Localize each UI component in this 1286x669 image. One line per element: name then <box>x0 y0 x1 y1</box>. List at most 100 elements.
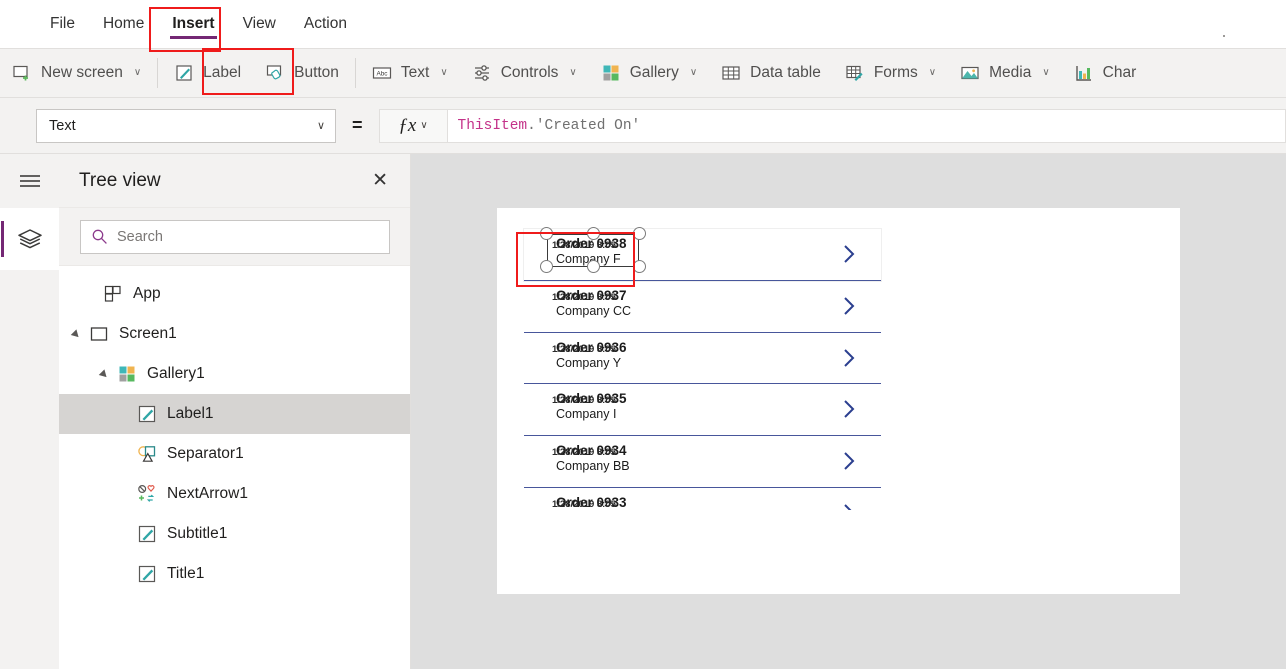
gallery-row-title: Order 0935 1/28/2019 8:05 <box>552 392 627 407</box>
gallery-row[interactable]: Order 0934 1/28/2019 8:05 Company BB <box>524 436 881 488</box>
ribbon-forms-button[interactable]: Forms ∨ <box>833 49 948 97</box>
rail-item-tree-view[interactable] <box>0 208 59 270</box>
tree-item-label1[interactable]: Label1 <box>59 394 410 434</box>
next-arrow-icon[interactable] <box>842 502 857 510</box>
chevron-down-icon: ∨ <box>1042 67 1050 78</box>
tree-item-gallery1[interactable]: Gallery1 <box>59 354 410 394</box>
close-icon[interactable]: ✕ <box>366 167 394 194</box>
next-arrow-icon[interactable] <box>842 295 857 317</box>
tree-search-container: Search <box>59 208 410 266</box>
button-icon <box>267 65 282 80</box>
tree-item-separator1[interactable]: Separator1 <box>59 434 410 474</box>
chevron-right-icon <box>844 504 852 510</box>
tree-item-label: Subtitle1 <box>167 525 228 542</box>
forms-icon <box>846 65 863 81</box>
gallery-row-date: 1/28/2019 8:05 <box>552 447 616 459</box>
next-arrow-icon[interactable] <box>842 398 857 420</box>
gallery-row[interactable]: Order 0937 1/28/2019 8:05 Company CC <box>524 281 881 333</box>
gallery-control[interactable]: Order 0938 1/28/2019 8:05 Company F Orde… <box>523 227 882 510</box>
menu-item-view[interactable]: View <box>229 0 290 48</box>
gallery-row-date: 1/28/2019 8:05 <box>552 343 616 355</box>
tree-item-label: NextArrow1 <box>167 485 248 502</box>
resize-handle-top-left[interactable] <box>540 227 553 240</box>
fx-icon: ƒx <box>398 114 417 136</box>
ribbon-new-screen-button[interactable]: New screen ∨ <box>0 49 153 97</box>
gallery-row-text: Order 0933 1/28/2019 8:05 <box>552 496 627 510</box>
formula-bar: Text ∨ = ƒx ∨ ThisItem .'Created On' <box>0 98 1286 154</box>
ribbon-controls-button[interactable]: Controls ∨ <box>460 49 589 97</box>
search-input[interactable]: Search <box>80 219 390 254</box>
gallery-row-subtitle: Company BB <box>556 459 630 474</box>
ribbon-label: Label <box>203 64 242 81</box>
charts-icon <box>1075 66 1091 81</box>
ribbon-button-button[interactable]: Button <box>253 49 351 97</box>
chevron-down-icon: ∨ <box>133 67 142 78</box>
next-arrow-icon[interactable] <box>842 347 857 369</box>
expand-arrow-icon[interactable] <box>71 328 83 340</box>
gallery-row[interactable]: Order 0936 1/28/2019 8:05 Company Y <box>524 333 881 385</box>
chevron-down-icon: ∨ <box>420 120 428 131</box>
ribbon-text-button[interactable]: Abc Text ∨ <box>360 49 460 97</box>
menu-item-label: File <box>50 15 75 32</box>
gallery-row-date: 1/28/2019 8:05 <box>552 240 616 251</box>
search-icon <box>92 229 107 244</box>
gallery-row-title: Order 0936 1/28/2019 8:05 <box>552 340 627 356</box>
next-arrow-icons-icon <box>138 484 155 502</box>
resize-handle-top-right[interactable] <box>633 227 646 240</box>
gallery-row[interactable]: Order 0938 1/28/2019 8:05 Company F <box>523 227 882 282</box>
menu-item-label: Home <box>102 15 145 32</box>
canvas-area[interactable]: Order 0938 1/28/2019 8:05 Company F Orde… <box>411 154 1286 669</box>
app-icon <box>104 285 121 302</box>
expand-arrow-icon[interactable] <box>99 368 111 380</box>
gallery-row-text: Order 0934 1/28/2019 8:05 Company BB <box>552 444 630 474</box>
menu-item-action[interactable]: Action <box>290 0 361 48</box>
menu-item-label: Insert <box>172 15 215 32</box>
chevron-right-icon <box>844 452 855 470</box>
menu-item-label: View <box>242 15 276 32</box>
gallery-row-date: 1/28/2019 8:05 <box>552 395 616 407</box>
ribbon-gallery-button[interactable]: Gallery ∨ <box>589 49 709 97</box>
formula-input[interactable]: ThisItem .'Created On' <box>446 108 1286 143</box>
chevron-down-icon: ∨ <box>316 120 325 132</box>
powerapps-studio-window: File Home Insert View Action New screen … <box>0 0 1286 669</box>
active-tab-underline <box>170 36 217 39</box>
menu-item-file[interactable]: File <box>36 0 89 48</box>
layers-icon <box>17 229 42 249</box>
tree-item-subtitle1[interactable]: Subtitle1 <box>59 514 410 554</box>
tree-item-nextarrow1[interactable]: NextArrow1 <box>59 474 410 514</box>
resize-handle-bottom-right[interactable] <box>633 260 646 273</box>
tree-item-label: Label1 <box>167 405 214 422</box>
tree-item-app[interactable]: App <box>59 274 410 314</box>
equals-sign: = <box>352 115 363 135</box>
chevron-right-icon <box>844 400 855 419</box>
next-arrow-icon[interactable] <box>842 450 857 472</box>
resize-handle-bottom-left[interactable] <box>540 260 553 273</box>
gallery-row[interactable]: Order 0933 1/28/2019 8:05 <box>524 488 881 510</box>
tree-item-title1[interactable]: Title1 <box>59 554 410 594</box>
svg-text:Abc: Abc <box>376 71 388 78</box>
chevron-down-icon: ∨ <box>689 67 698 78</box>
chevron-right-icon <box>844 348 855 367</box>
gallery-row-subtitle: Company I <box>556 407 617 422</box>
next-arrow-icon[interactable] <box>842 243 857 265</box>
fx-button[interactable]: ƒx ∨ <box>378 108 447 143</box>
hamburger-menu-button[interactable] <box>0 154 59 208</box>
rail-active-indicator <box>1 221 4 257</box>
ribbon-media-button[interactable]: Media ∨ <box>948 49 1062 97</box>
screen-icon <box>90 327 108 341</box>
ribbon-label-button[interactable]: Label <box>162 49 253 97</box>
top-right-dot <box>1223 35 1225 37</box>
ribbon-charts-button[interactable]: Char <box>1062 49 1149 97</box>
ribbon-data-table-button[interactable]: Data table <box>709 49 833 97</box>
tree-item-screen1[interactable]: Screen1 <box>59 314 410 354</box>
chevron-down-icon: ∨ <box>569 67 577 78</box>
app-screen-surface[interactable]: Order 0938 1/28/2019 8:05 Company F Orde… <box>497 208 1180 594</box>
gallery-row-date: 1/28/2019 8:05 <box>552 498 616 510</box>
property-dropdown[interactable]: Text ∨ <box>36 108 336 143</box>
gallery-row[interactable]: Order 0935 1/28/2019 8:05 Company I <box>524 384 881 437</box>
tree-item-label: Separator1 <box>167 445 244 462</box>
menu-item-home[interactable]: Home <box>89 0 158 48</box>
tree-item-label: Title1 <box>167 565 205 582</box>
menu-item-insert[interactable]: Insert <box>158 0 228 48</box>
new-screen-icon <box>13 65 28 81</box>
